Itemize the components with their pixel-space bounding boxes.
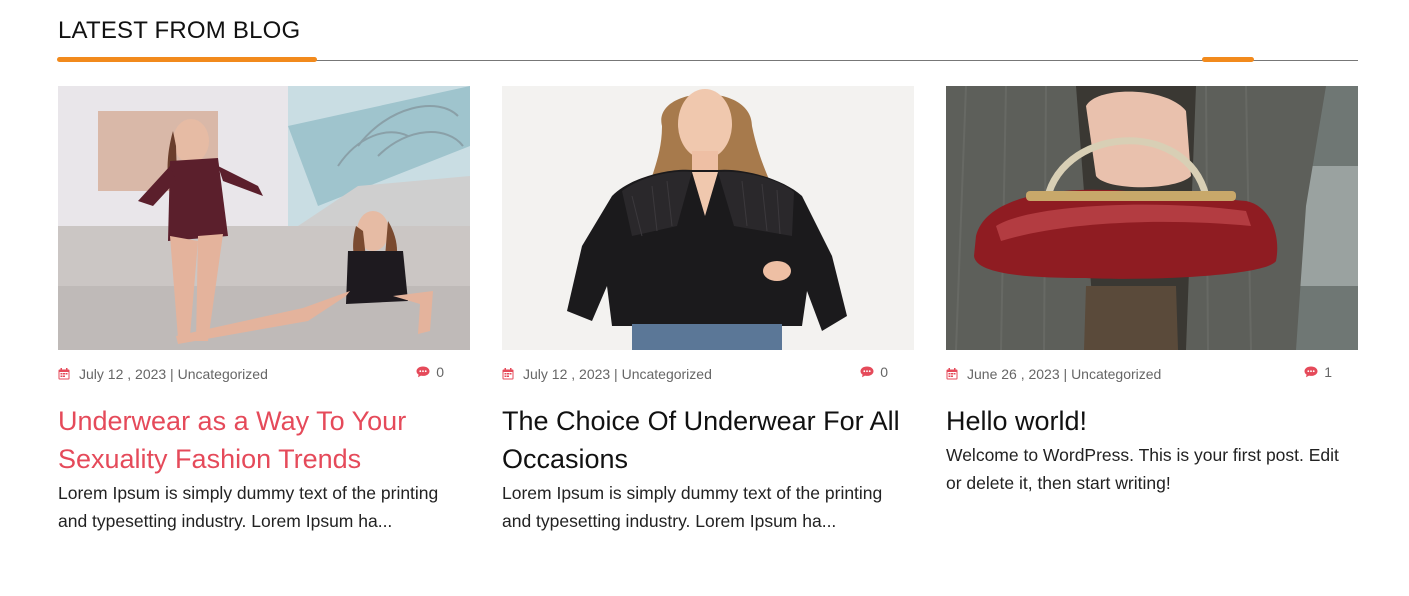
post-comments[interactable]: 0 <box>860 364 888 380</box>
post-excerpt: Lorem Ipsum is simply dummy text of the … <box>58 483 439 531</box>
post-date: June 26 , 2023 <box>967 366 1060 382</box>
post-thumbnail[interactable] <box>58 86 470 350</box>
post-comments[interactable]: 1 <box>1304 364 1332 380</box>
post-thumbnail[interactable] <box>946 86 1358 350</box>
post-category[interactable]: Uncategorized <box>1071 366 1161 382</box>
comment-icon <box>1304 366 1318 378</box>
post-date: July 12 , 2023 <box>523 366 611 382</box>
post-category[interactable]: Uncategorized <box>622 366 712 382</box>
blog-card: July 12 , 2023 | Uncategorized 0 The Cho… <box>502 86 914 535</box>
comment-icon <box>860 366 874 378</box>
comment-count: 0 <box>880 364 888 380</box>
post-date-category: June 26 , 2023 | Uncategorized <box>967 366 1162 382</box>
post-date: July 12 , 2023 <box>79 366 167 382</box>
post-image <box>946 86 1358 350</box>
comment-icon <box>416 366 430 378</box>
post-title[interactable]: Hello world! <box>946 402 1358 440</box>
post-excerpt: Welcome to WordPress. This is your first… <box>946 445 1339 493</box>
post-date-category: July 12 , 2023 | Uncategorized <box>79 366 268 382</box>
section-heading: LATEST FROM BLOG <box>58 17 301 44</box>
post-meta: June 26 , 2023 | Uncategorized 1 <box>946 350 1358 394</box>
comment-count: 0 <box>436 364 444 380</box>
blog-card: June 26 , 2023 | Uncategorized 1 Hello w… <box>946 86 1358 497</box>
heading-accent-bar <box>57 57 317 62</box>
post-comments[interactable]: 0 <box>416 364 444 380</box>
post-title[interactable]: The Choice Of Underwear For All Occasion… <box>502 402 914 478</box>
post-image <box>502 86 914 350</box>
post-meta: July 12 , 2023 | Uncategorized 0 <box>58 350 470 394</box>
post-date-category: July 12 , 2023 | Uncategorized <box>523 366 712 382</box>
post-image <box>58 86 470 350</box>
post-meta: July 12 , 2023 | Uncategorized 0 <box>502 350 914 394</box>
calendar-icon <box>946 368 958 380</box>
post-excerpt: Lorem Ipsum is simply dummy text of the … <box>502 483 883 531</box>
post-thumbnail[interactable] <box>502 86 914 350</box>
comment-count: 1 <box>1324 364 1332 380</box>
post-title[interactable]: Underwear as a Way To Your Sexuality Fas… <box>58 402 470 478</box>
blog-card: July 12 , 2023 | Uncategorized 0 Underwe… <box>58 86 470 535</box>
calendar-icon <box>502 368 514 380</box>
post-category[interactable]: Uncategorized <box>178 366 268 382</box>
calendar-icon <box>58 368 70 380</box>
heading-accent-bar-right <box>1202 57 1254 62</box>
